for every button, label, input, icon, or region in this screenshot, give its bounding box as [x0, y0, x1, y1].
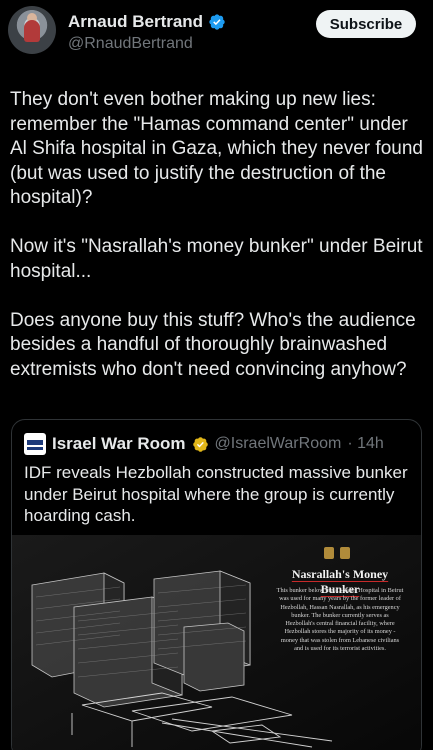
quoted-tweet-text: IDF reveals Hezbollah constructed massiv… [24, 463, 408, 525]
quoted-author-name[interactable]: Israel War Room [52, 434, 186, 454]
quoted-tweet[interactable]: Israel War Room @IsraelWarRoom · 14h IDF… [11, 419, 422, 750]
subscribe-button[interactable]: Subscribe [316, 10, 416, 38]
quoted-tweet-time[interactable]: · 14h [347, 435, 383, 453]
quoted-tweet-header: Israel War Room @IsraelWarRoom · 14h [24, 433, 384, 455]
quoted-tweet-media[interactable]: Nasrallah's Money Bunker This bunker bel… [12, 535, 421, 750]
tweet-header: Arnaud Bertrand @RnaudBertrand Subscribe [0, 0, 433, 70]
idf-logo-icon [324, 547, 334, 559]
verified-badge-icon [209, 14, 225, 30]
quoted-author-handle[interactable]: @IsraelWarRoom [215, 435, 342, 453]
gold-verified-badge-icon [192, 436, 208, 452]
tweet-body: They don't even bother making up new lie… [10, 88, 428, 407]
avatar-bar-icon [27, 446, 43, 450]
tweet-paragraph: Does anyone buy this stuff? Who's the au… [10, 309, 416, 380]
tweet-paragraph: They don't even bother making up new lie… [10, 89, 423, 208]
avatar-bar-icon [27, 439, 43, 445]
author-name[interactable]: Arnaud Bertrand [68, 12, 203, 32]
media-logos [324, 547, 350, 559]
author-handle[interactable]: @RnaudBertrand [68, 35, 193, 53]
media-caption: This bunker below the Al-Sahel Hospital … [276, 587, 404, 653]
author-avatar[interactable] [8, 6, 56, 54]
tweet-paragraph: Now it's "Nasrallah's money bunker" unde… [10, 236, 423, 282]
avatar-figure [24, 20, 40, 42]
quoted-author-avatar[interactable] [24, 433, 46, 455]
emblem-logo-icon [340, 547, 350, 559]
author-name-row: Arnaud Bertrand [68, 12, 226, 32]
